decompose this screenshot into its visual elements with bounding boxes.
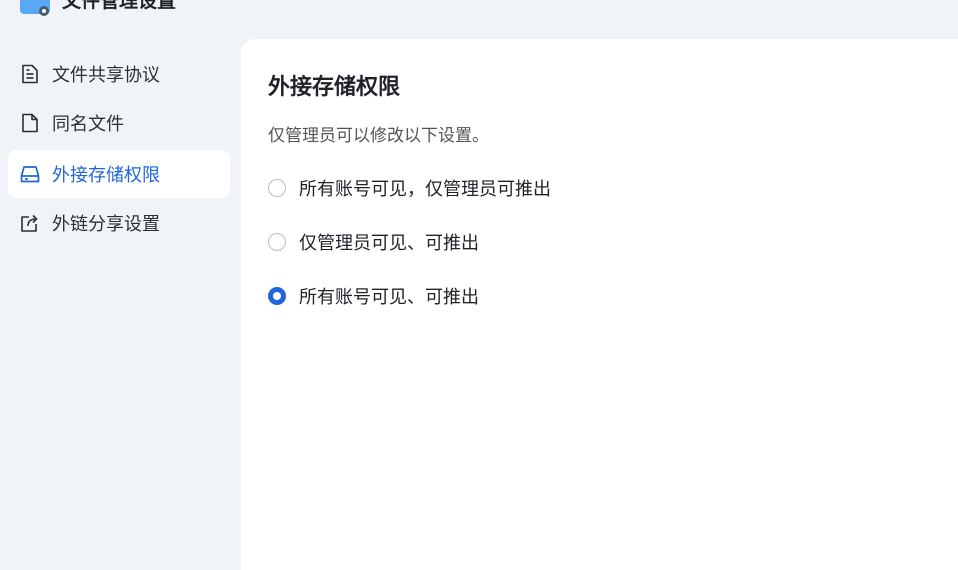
folder-settings-icon [20, 0, 50, 16]
external-drive-icon [20, 164, 40, 184]
sidebar-item-external-link-sharing[interactable]: 外链分享设置 [8, 199, 230, 247]
sidebar-item-file-sharing-protocol[interactable]: 文件共享协议 [8, 50, 230, 98]
sidebar-item-label: 文件共享协议 [52, 65, 160, 86]
radio-button-selected[interactable] [268, 287, 286, 305]
radio-button[interactable] [268, 233, 286, 251]
sidebar-item-label: 外接存储权限 [52, 165, 160, 186]
file-icon [20, 113, 40, 133]
radio-button[interactable] [268, 179, 286, 197]
share-icon [20, 213, 40, 233]
section-description: 仅管理员可以修改以下设置。 [268, 126, 489, 146]
radio-option-admin-only[interactable]: 仅管理员可见、可推出 [268, 228, 479, 256]
radio-option-all-visible-admin-eject[interactable]: 所有账号可见，仅管理员可推出 [268, 174, 551, 202]
document-icon [20, 64, 40, 84]
sidebar-item-external-storage-permissions[interactable]: 外接存储权限 [8, 150, 230, 198]
radio-option-all-visible-all-eject[interactable]: 所有账号可见、可推出 [268, 282, 479, 310]
app-title: 文件管理设置 [62, 0, 177, 12]
settings-panel: 外接存储权限 仅管理员可以修改以下设置。 所有账号可见，仅管理员可推出 仅管理员… [241, 39, 958, 570]
radio-label: 仅管理员可见、可推出 [299, 233, 479, 254]
radio-label: 所有账号可见，仅管理员可推出 [299, 179, 551, 200]
file-management-settings-window: 文件管理设置 文件共享协议 同名文件 外接存储权限 外链分享设置 外接存储权限 … [0, 0, 958, 570]
radio-label: 所有账号可见、可推出 [299, 287, 479, 308]
sidebar-item-label: 外链分享设置 [52, 214, 160, 235]
sidebar-item-same-name-files[interactable]: 同名文件 [8, 99, 230, 147]
sidebar-item-label: 同名文件 [52, 114, 124, 135]
page-title: 外接存储权限 [268, 75, 401, 100]
